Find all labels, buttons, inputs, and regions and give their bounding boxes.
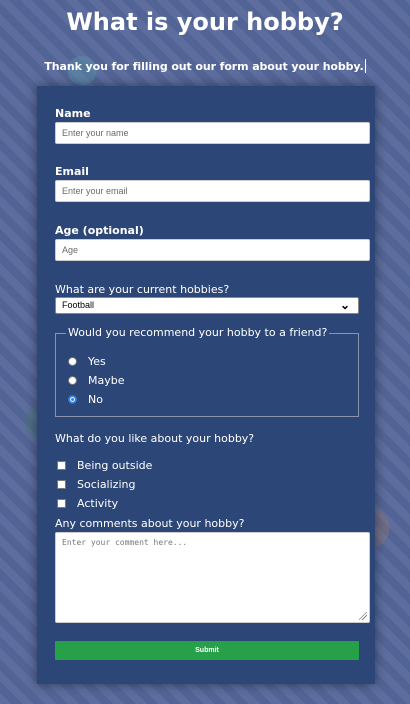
page-title: What is your hobby? (66, 8, 344, 36)
radio-yes[interactable] (68, 357, 77, 366)
radio-no-label: No (88, 393, 103, 406)
subtitle-text: Thank you for filling out our form about… (44, 60, 364, 73)
recommend-radio-group: Would you recommend your hobby to a frie… (55, 326, 359, 417)
resize-handle-icon[interactable] (359, 612, 367, 620)
radio-maybe[interactable] (68, 376, 77, 385)
likes-label: What do you like about your hobby? (55, 432, 255, 445)
hobbies-selected-value: Football (62, 300, 95, 310)
checkbox-activity[interactable] (57, 499, 66, 508)
email-label: Email (55, 165, 89, 178)
radio-no[interactable] (68, 395, 77, 404)
email-input[interactable]: Enter your email (55, 180, 370, 202)
name-label: Name (55, 107, 91, 120)
hobby-survey-form: Name Enter your name Email Enter your em… (37, 86, 375, 684)
page-subtitle: Thank you for filling out our form about… (0, 59, 410, 73)
radio-yes-label: Yes (88, 355, 106, 368)
comments-label: Any comments about your hobby? (55, 517, 245, 530)
comments-placeholder: Enter your comment here... (62, 538, 188, 547)
chevron-down-icon: ⌄ (339, 298, 350, 312)
name-input[interactable]: Enter your name (55, 122, 370, 144)
checkbox-socializing[interactable] (57, 480, 66, 489)
age-label: Age (optional) (55, 224, 144, 237)
checkbox-being-outside[interactable] (57, 461, 66, 470)
recommend-legend: Would you recommend your hobby to a frie… (66, 326, 330, 339)
text-caret (364, 59, 366, 73)
checkbox-activity-label: Activity (77, 497, 119, 510)
age-input[interactable]: Age (55, 239, 370, 261)
hobbies-label: What are your current hobbies? (55, 283, 230, 296)
submit-button[interactable]: Submit (55, 641, 359, 660)
comments-textarea[interactable]: Enter your comment here... (55, 532, 370, 623)
hobbies-select[interactable]: Football ⌄ (55, 297, 359, 314)
checkbox-socializing-label: Socializing (77, 478, 136, 491)
radio-maybe-label: Maybe (88, 374, 125, 387)
checkbox-being-outside-label: Being outside (77, 459, 153, 472)
